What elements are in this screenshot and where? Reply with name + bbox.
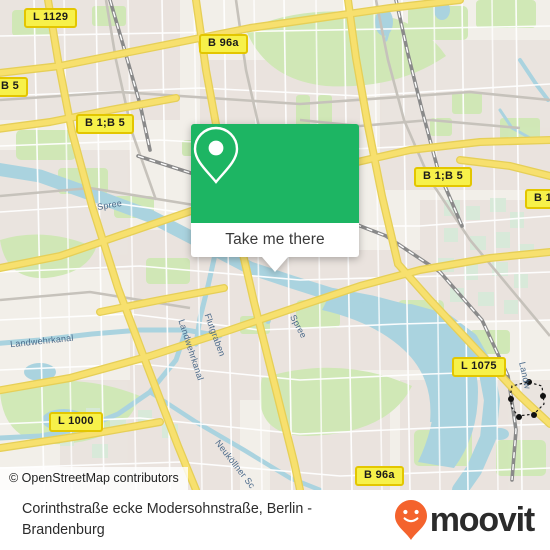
- map-pin-icon: [193, 126, 239, 184]
- road-shield: B 1: [525, 189, 550, 209]
- callout-pin-panel: [191, 124, 359, 223]
- moovit-smiley-pin-icon: [394, 500, 427, 540]
- map-canvas[interactable]: L 1129 B 96a B 5 B 1;B 5 B 1;B 5 B 1 L 1…: [0, 0, 550, 490]
- road-shield: L 1000: [49, 412, 103, 432]
- map-attribution: © OpenStreetMap contributors: [0, 467, 188, 490]
- road-shield: L 1075: [452, 357, 506, 377]
- moovit-wordmark: moovit: [429, 501, 535, 539]
- road-shield: B 5: [0, 77, 29, 97]
- road-shield: B 1;B 5: [414, 167, 472, 187]
- take-me-there-button[interactable]: Take me there: [191, 223, 359, 257]
- moovit-brand[interactable]: moovit: [394, 490, 535, 550]
- footer-bar: Corinthstraße ecke Modersohnstraße, Berl…: [0, 490, 550, 550]
- take-me-there-callout[interactable]: Take me there: [191, 124, 359, 272]
- callout-pointer: [262, 257, 288, 272]
- road-shield: B 96a: [199, 34, 248, 54]
- road-shield: B 96a: [355, 466, 404, 486]
- road-shield: L 1129: [24, 8, 78, 28]
- location-title: Corinthstraße ecke Modersohnstraße, Berl…: [22, 501, 313, 538]
- moovit-location-card: L 1129 B 96a B 5 B 1;B 5 B 1;B 5 B 1 L 1…: [0, 0, 550, 550]
- road-shield: B 1;B 5: [76, 114, 134, 134]
